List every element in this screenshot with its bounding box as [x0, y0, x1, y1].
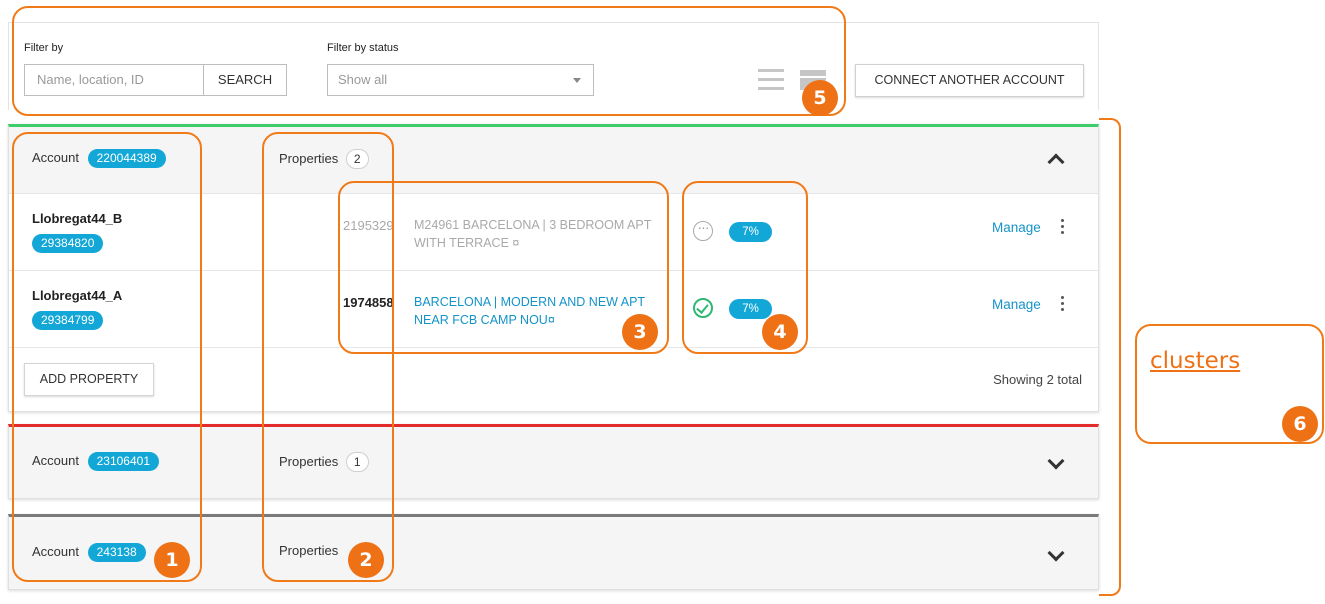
connect-another-account-button[interactable]: CONNECT ANOTHER ACCOUNT	[855, 64, 1084, 97]
chevron-up-icon[interactable]	[1047, 153, 1065, 171]
clusters-link[interactable]: clusters	[1150, 348, 1240, 374]
manage-link[interactable]: Manage	[992, 297, 1041, 312]
annotation-box-accounts	[12, 132, 202, 582]
chevron-down-icon[interactable]	[1047, 544, 1065, 562]
annotation-number-6: 6	[1282, 406, 1318, 442]
annotation-box-filters	[12, 6, 846, 116]
annotation-number-5: 5	[802, 80, 838, 116]
annotation-bracket-clusters	[1099, 118, 1121, 596]
more-options-icon[interactable]	[1059, 219, 1065, 237]
showing-total: Showing 2 total	[993, 372, 1082, 387]
annotation-number-4: 4	[762, 314, 798, 350]
more-options-icon[interactable]	[1059, 296, 1065, 314]
annotation-number-2: 2	[348, 542, 384, 578]
manage-link[interactable]: Manage	[992, 220, 1041, 235]
chevron-down-icon[interactable]	[1047, 452, 1065, 470]
annotation-number-3: 3	[622, 314, 658, 350]
annotation-number-1: 1	[154, 542, 190, 578]
annotation-box-titles	[338, 181, 669, 354]
